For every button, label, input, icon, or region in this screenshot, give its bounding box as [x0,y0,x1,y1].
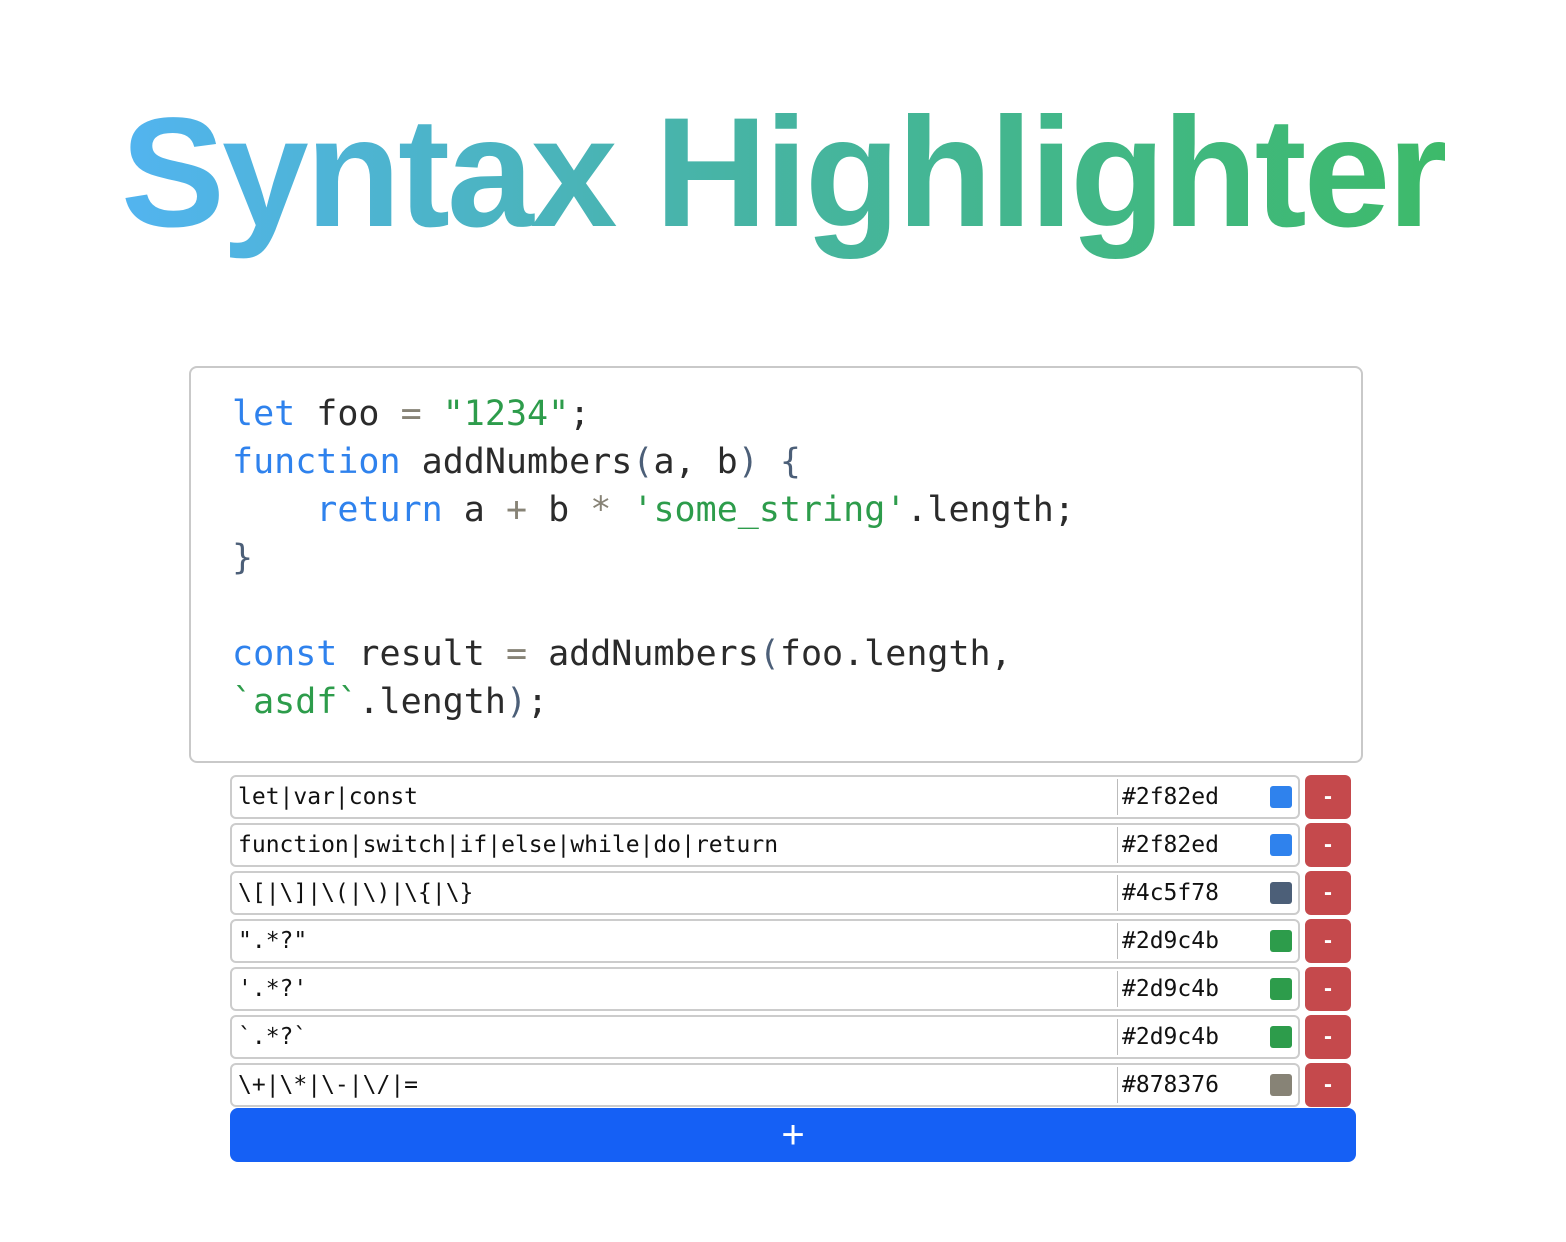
color-input[interactable] [1117,875,1266,911]
remove-rule-button[interactable]: - [1305,775,1351,819]
color-input[interactable] [1117,779,1266,815]
add-rule-button[interactable]: + [230,1108,1356,1162]
pattern-input[interactable] [232,921,1117,961]
rule-row: - [230,775,1356,819]
color-input[interactable] [1117,827,1266,863]
page-title: Syntax Highlighter [0,78,1566,268]
code-line: return a + b * 'some_string'.length; [316,490,1075,530]
rule-row: - [230,1015,1356,1059]
remove-rule-button[interactable]: - [1305,823,1351,867]
color-swatch[interactable] [1270,786,1292,808]
rule-field [230,1015,1300,1059]
code-line: const result = addNumbers(foo.length, `a… [232,634,1033,722]
remove-rule-button[interactable]: - [1305,1015,1351,1059]
rule-row: - [230,823,1356,867]
code-line: let foo = "1234"; [232,394,591,434]
rule-row: - [230,1063,1356,1107]
rule-row: - [230,919,1356,963]
rule-row: - [230,871,1356,915]
code-line: } [232,538,254,578]
pattern-input[interactable] [232,1017,1117,1057]
code-content[interactable]: let foo = "1234"; function addNumbers(a,… [232,390,1320,726]
color-input[interactable] [1117,923,1266,959]
rule-field [230,1063,1300,1107]
color-input[interactable] [1117,1067,1266,1103]
code-line: function addNumbers(a, b) { [232,442,801,482]
pattern-input[interactable] [232,825,1117,865]
page-title-text: Syntax Highlighter [120,86,1448,260]
code-editor[interactable]: let foo = "1234"; function addNumbers(a,… [189,366,1363,763]
color-swatch[interactable] [1270,834,1292,856]
remove-rule-button[interactable]: - [1305,919,1351,963]
rule-field [230,967,1300,1011]
rule-row: - [230,967,1356,1011]
remove-rule-button[interactable]: - [1305,967,1351,1011]
rules-list: ------- + [230,775,1356,1162]
remove-rule-button[interactable]: - [1305,871,1351,915]
color-swatch[interactable] [1270,978,1292,1000]
color-swatch[interactable] [1270,882,1292,904]
rule-field [230,919,1300,963]
remove-rule-button[interactable]: - [1305,1063,1351,1107]
color-swatch[interactable] [1270,930,1292,952]
rule-field [230,871,1300,915]
pattern-input[interactable] [232,969,1117,1009]
rule-field [230,775,1300,819]
pattern-input[interactable] [232,777,1117,817]
pattern-input[interactable] [232,873,1117,913]
color-input[interactable] [1117,1019,1266,1055]
color-swatch[interactable] [1270,1026,1292,1048]
rule-field [230,823,1300,867]
color-input[interactable] [1117,971,1266,1007]
color-swatch[interactable] [1270,1074,1292,1096]
pattern-input[interactable] [232,1065,1117,1105]
